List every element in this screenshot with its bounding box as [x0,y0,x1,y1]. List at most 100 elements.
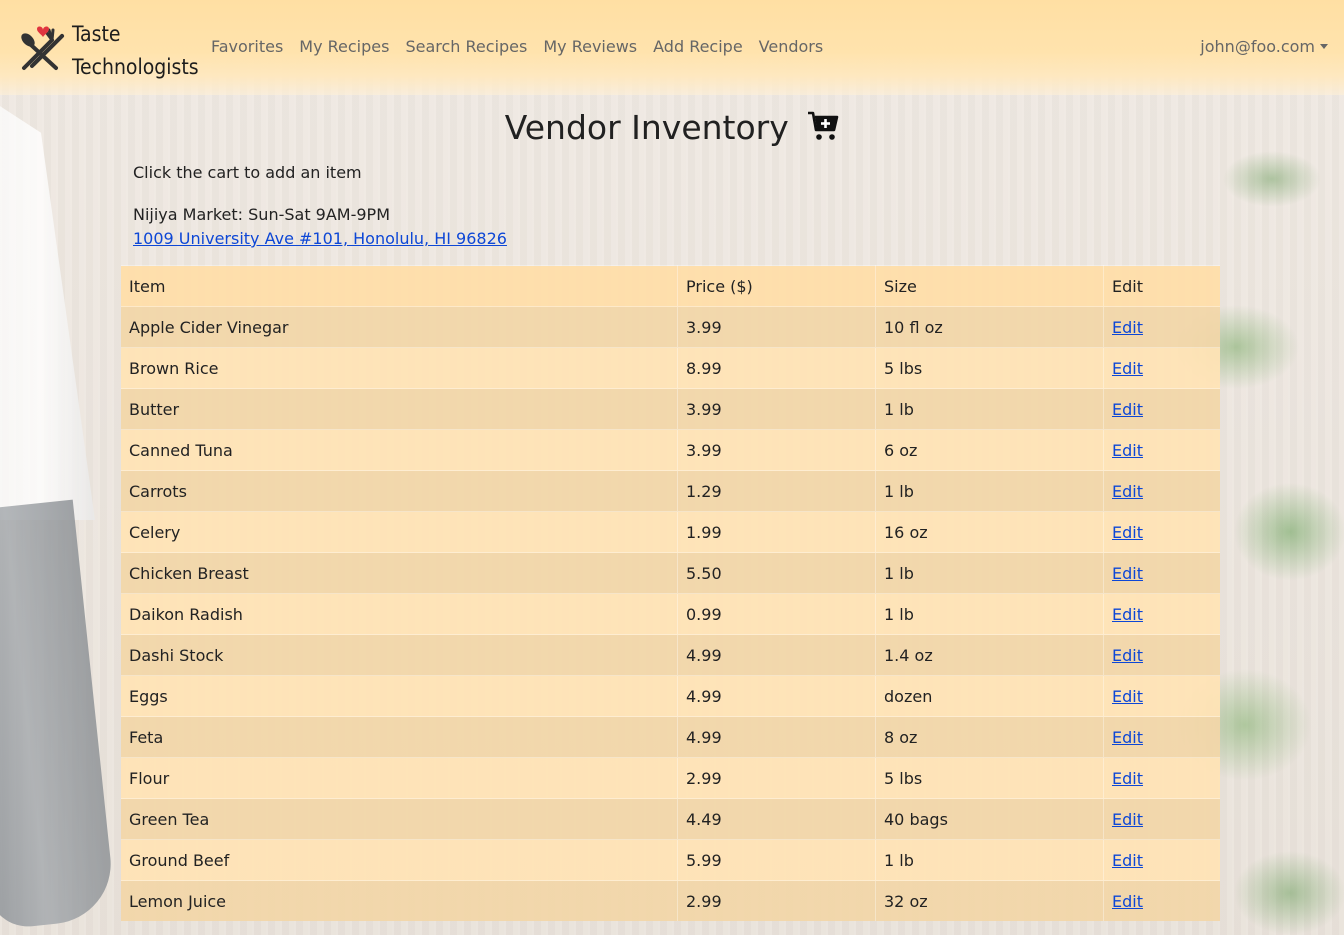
cell-size: 6 oz [875,429,1104,471]
edit-link[interactable]: Edit [1112,892,1143,911]
edit-link[interactable]: Edit [1112,851,1143,870]
header-price: Price ($) [677,265,876,307]
cell-item: Butter [121,388,678,430]
edit-link[interactable]: Edit [1112,646,1143,665]
cell-edit: Edit [1103,306,1220,348]
cell-item: Brown Rice [121,347,678,389]
cell-edit: Edit [1103,798,1220,840]
cell-price: 2.99 [677,880,876,921]
cell-price: 5.50 [677,552,876,594]
cell-edit: Edit [1103,388,1220,430]
cell-item: Lemon Juice [121,880,678,921]
cell-size: 8 oz [875,716,1104,758]
cell-item: Feta [121,716,678,758]
nav-link-favorites[interactable]: Favorites [211,37,283,56]
table-row: Lemon Juice 2.99 32 oz Edit [121,880,1220,921]
edit-link[interactable]: Edit [1112,441,1143,460]
cell-edit: Edit [1103,347,1220,389]
cell-item: Apple Cider Vinegar [121,306,678,348]
cell-size: 1.4 oz [875,634,1104,676]
vendor-address-link[interactable]: 1009 University Ave #101, Honolulu, HI 9… [133,229,507,248]
edit-link[interactable]: Edit [1112,769,1143,788]
edit-link[interactable]: Edit [1112,810,1143,829]
cell-edit: Edit [1103,675,1220,717]
edit-link[interactable]: Edit [1112,482,1143,501]
table-row: Brown Rice 8.99 5 lbs Edit [121,347,1220,389]
add-item-hint: Click the cart to add an item [133,163,362,182]
caret-down-icon [1320,44,1328,49]
brand[interactable]: Taste Technologists [16,18,199,84]
table-row: Feta 4.99 8 oz Edit [121,716,1220,758]
cell-size: 32 oz [875,880,1104,921]
page-title-text: Vendor Inventory [504,108,789,147]
cell-size: 1 lb [875,388,1104,430]
nav-link-search-recipes[interactable]: Search Recipes [405,37,527,56]
user-menu-dropdown[interactable]: john@foo.com [1200,37,1328,56]
table-header-row: Item Price ($) Size Edit [121,265,1220,307]
edit-link[interactable]: Edit [1112,523,1143,542]
nav-link-my-recipes[interactable]: My Recipes [299,37,389,56]
cell-item: Eggs [121,675,678,717]
cart-plus-icon[interactable] [807,110,839,150]
cell-edit: Edit [1103,880,1220,921]
table-row: Butter 3.99 1 lb Edit [121,388,1220,430]
cell-item: Canned Tuna [121,429,678,471]
edit-link[interactable]: Edit [1112,564,1143,583]
navbar: Taste Technologists Favorites My Recipes… [0,0,1344,95]
cell-size: 5 lbs [875,347,1104,389]
brand-line-1: Taste [72,22,121,46]
cell-price: 1.29 [677,470,876,512]
cell-size: 16 oz [875,511,1104,553]
cell-price: 0.99 [677,593,876,635]
edit-link[interactable]: Edit [1112,400,1143,419]
cell-item: Dashi Stock [121,634,678,676]
cell-edit: Edit [1103,593,1220,635]
cell-price: 1.99 [677,511,876,553]
table-row: Carrots 1.29 1 lb Edit [121,470,1220,512]
edit-link[interactable]: Edit [1112,318,1143,337]
nav-link-vendors[interactable]: Vendors [759,37,824,56]
cell-size: 10 fl oz [875,306,1104,348]
edit-link[interactable]: Edit [1112,605,1143,624]
cell-size: 1 lb [875,593,1104,635]
table-row: Canned Tuna 3.99 6 oz Edit [121,429,1220,471]
cell-price: 2.99 [677,757,876,799]
cell-edit: Edit [1103,716,1220,758]
edit-link[interactable]: Edit [1112,728,1143,747]
cell-size: 40 bags [875,798,1104,840]
cell-price: 4.49 [677,798,876,840]
nav-link-my-reviews[interactable]: My Reviews [543,37,637,56]
cell-size: 1 lb [875,552,1104,594]
table-row: Chicken Breast 5.50 1 lb Edit [121,552,1220,594]
nav-link-add-recipe[interactable]: Add Recipe [653,37,743,56]
cell-item: Green Tea [121,798,678,840]
cell-size: 5 lbs [875,757,1104,799]
table-row: Apple Cider Vinegar 3.99 10 fl oz Edit [121,306,1220,348]
cell-price: 4.99 [677,716,876,758]
cell-edit: Edit [1103,634,1220,676]
brand-line-2: Technologists [72,55,199,79]
cell-size: dozen [875,675,1104,717]
cell-item: Celery [121,511,678,553]
user-email: john@foo.com [1200,37,1315,56]
edit-link[interactable]: Edit [1112,359,1143,378]
cell-edit: Edit [1103,511,1220,553]
cell-price: 3.99 [677,429,876,471]
cell-edit: Edit [1103,757,1220,799]
cell-edit: Edit [1103,470,1220,512]
cell-item: Daikon Radish [121,593,678,635]
cell-price: 4.99 [677,634,876,676]
cell-price: 3.99 [677,306,876,348]
page-title: Vendor Inventory [0,108,1344,150]
cell-item: Chicken Breast [121,552,678,594]
cell-size: 1 lb [875,839,1104,881]
edit-link[interactable]: Edit [1112,687,1143,706]
cell-edit: Edit [1103,429,1220,471]
header-edit: Edit [1103,265,1220,307]
table-row: Dashi Stock 4.99 1.4 oz Edit [121,634,1220,676]
cell-price: 5.99 [677,839,876,881]
header-item: Item [121,265,678,307]
cell-item: Ground Beef [121,839,678,881]
cell-size: 1 lb [875,470,1104,512]
header-size: Size [875,265,1104,307]
